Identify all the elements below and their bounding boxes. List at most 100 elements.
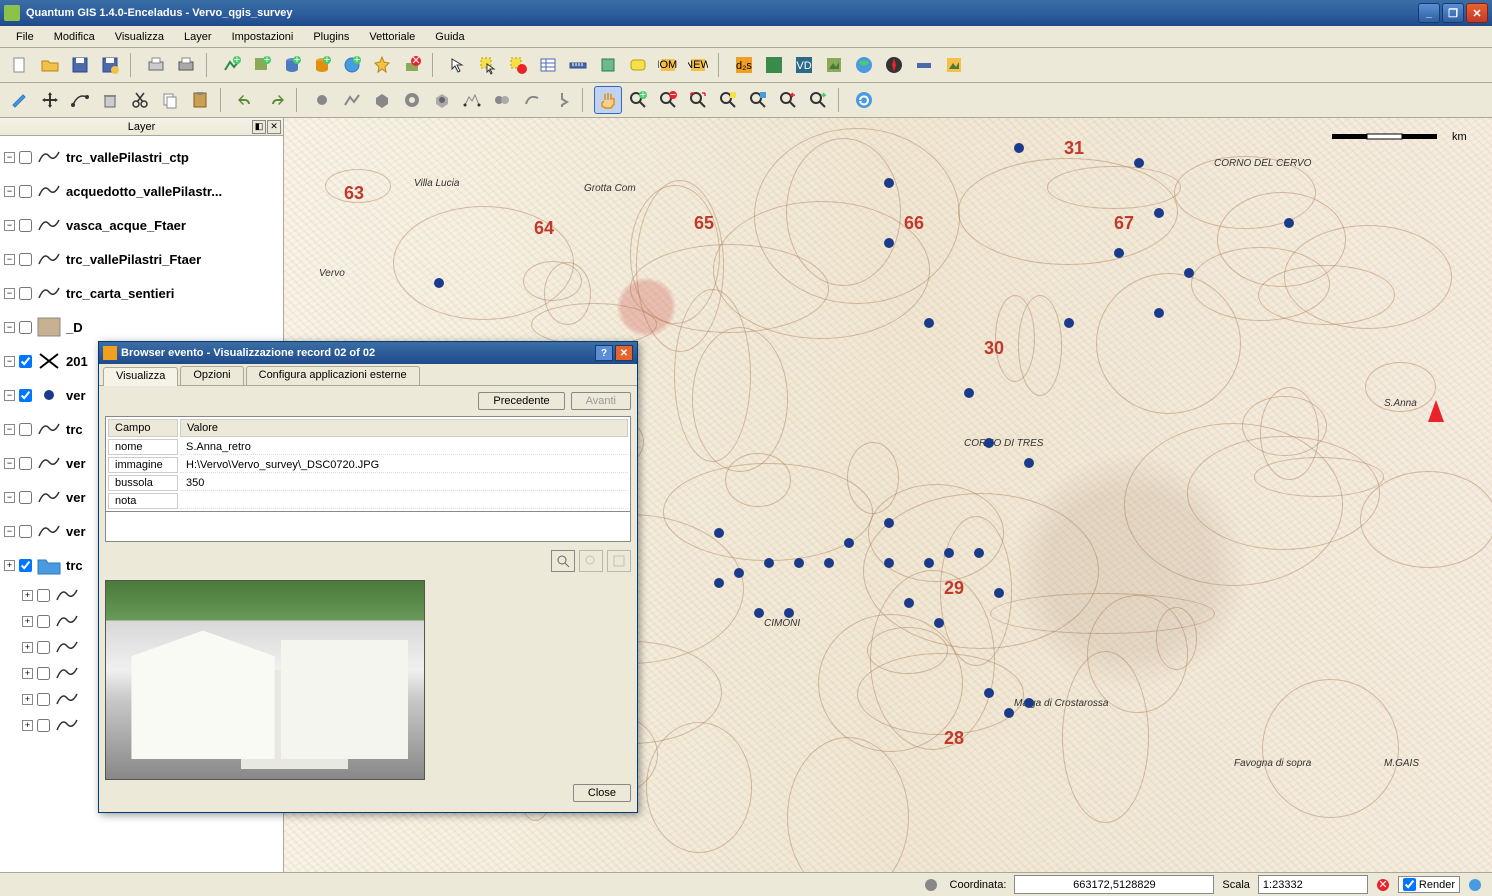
split-button[interactable] — [488, 86, 516, 114]
capture-point-button[interactable] — [308, 86, 336, 114]
survey-point[interactable] — [974, 548, 984, 558]
tree-toggle[interactable]: + — [22, 642, 33, 653]
survey-point[interactable] — [924, 558, 934, 568]
survey-point[interactable] — [754, 608, 764, 618]
zoom-full-button[interactable] — [684, 86, 712, 114]
capture-line-button[interactable] — [338, 86, 366, 114]
cut-button[interactable] — [126, 86, 154, 114]
menu-impostazioni[interactable]: Impostazioni — [222, 29, 304, 45]
simplify-button[interactable] — [458, 86, 486, 114]
undo-button[interactable] — [232, 86, 260, 114]
tree-toggle[interactable]: − — [4, 390, 15, 401]
layer-item[interactable]: −vasca_acque_Ftaer — [2, 208, 281, 242]
survey-point[interactable] — [714, 528, 724, 538]
pan-button[interactable] — [594, 86, 622, 114]
redo-button[interactable] — [262, 86, 290, 114]
survey-point[interactable] — [764, 558, 774, 568]
toggle-extents-button[interactable] — [920, 875, 942, 895]
menu-guida[interactable]: Guida — [425, 29, 474, 45]
capture-polygon-button[interactable] — [368, 86, 396, 114]
dialog-help-button[interactable]: ? — [595, 345, 613, 361]
survey-point[interactable] — [434, 278, 444, 288]
copy-button[interactable] — [156, 86, 184, 114]
layer-checkbox[interactable] — [19, 559, 32, 572]
survey-point[interactable] — [1154, 208, 1164, 218]
attribute-table-button[interactable] — [534, 51, 562, 79]
survey-point[interactable] — [1004, 708, 1014, 718]
tree-toggle[interactable]: − — [4, 220, 15, 231]
survey-point[interactable] — [1064, 318, 1074, 328]
layer-checkbox[interactable] — [19, 389, 32, 402]
new-vector-layer-button[interactable] — [368, 51, 396, 79]
plugin-button-4[interactable] — [910, 51, 938, 79]
menu-plugins[interactable]: Plugins — [303, 29, 359, 45]
print-button[interactable] — [172, 51, 200, 79]
tree-toggle[interactable]: − — [4, 356, 15, 367]
survey-point[interactable] — [884, 558, 894, 568]
survey-point[interactable] — [1154, 308, 1164, 318]
dialog-close-action-button[interactable]: Close — [573, 784, 631, 802]
survey-point[interactable] — [964, 388, 974, 398]
survey-point[interactable] — [1114, 248, 1124, 258]
menu-visualizza[interactable]: Visualizza — [105, 29, 174, 45]
layers-close-button[interactable]: ✕ — [267, 120, 281, 134]
layer-checkbox[interactable] — [19, 491, 32, 504]
paste-button[interactable] — [186, 86, 214, 114]
node-tool-button[interactable] — [66, 86, 94, 114]
survey-point[interactable] — [734, 568, 744, 578]
move-feature-button[interactable] — [36, 86, 64, 114]
survey-point[interactable] — [884, 518, 894, 528]
tree-toggle[interactable]: + — [4, 560, 15, 571]
layers-detach-button[interactable]: ◧ — [252, 120, 266, 134]
survey-point[interactable] — [944, 548, 954, 558]
edit-pencil-button[interactable] — [6, 86, 34, 114]
survey-point[interactable] — [934, 618, 944, 628]
menu-file[interactable]: File — [6, 29, 44, 45]
tree-toggle[interactable]: + — [22, 616, 33, 627]
deselect-button[interactable] — [504, 51, 532, 79]
zoom-selection-button[interactable] — [714, 86, 742, 114]
survey-point[interactable] — [1284, 218, 1294, 228]
render-checkbox[interactable] — [1403, 878, 1416, 891]
add-raster-layer-button[interactable]: + — [248, 51, 276, 79]
survey-point[interactable] — [714, 578, 724, 588]
menu-vettoriale[interactable]: Vettoriale — [359, 29, 425, 45]
refresh-button[interactable] — [850, 86, 878, 114]
tree-toggle[interactable]: + — [22, 720, 33, 731]
bookmark-button[interactable]: NEW — [684, 51, 712, 79]
tree-toggle[interactable]: − — [4, 424, 15, 435]
tree-toggle[interactable]: − — [4, 322, 15, 333]
delete-feature-button[interactable] — [96, 86, 124, 114]
layer-checkbox[interactable] — [19, 457, 32, 470]
layer-checkbox[interactable] — [19, 185, 32, 198]
tab-visualizza[interactable]: Visualizza — [103, 367, 178, 386]
layer-checkbox[interactable] — [37, 667, 50, 680]
zoom-in-button[interactable]: + — [624, 86, 652, 114]
layer-checkbox[interactable] — [37, 615, 50, 628]
zoom-out-button[interactable]: − — [654, 86, 682, 114]
layer-checkbox[interactable] — [19, 423, 32, 436]
survey-point[interactable] — [984, 438, 994, 448]
survey-point[interactable] — [784, 608, 794, 618]
scale-field[interactable]: 1:23332 — [1258, 875, 1368, 894]
plugin-globe-button[interactable] — [850, 51, 878, 79]
zoom-next-button[interactable] — [804, 86, 832, 114]
save-as-button[interactable] — [96, 51, 124, 79]
save-project-button[interactable] — [66, 51, 94, 79]
remove-layer-button[interactable]: ✕ — [398, 51, 426, 79]
survey-point[interactable] — [884, 238, 894, 248]
tree-toggle[interactable]: − — [4, 254, 15, 265]
add-postgis-layer-button[interactable]: + — [278, 51, 306, 79]
layer-checkbox[interactable] — [19, 151, 32, 164]
add-wms-layer-button[interactable]: + — [338, 51, 366, 79]
coord-field[interactable]: 663172,5128829 — [1014, 875, 1214, 894]
survey-point[interactable] — [984, 688, 994, 698]
add-island-button[interactable] — [428, 86, 456, 114]
next-record-button[interactable]: Avanti — [571, 392, 631, 410]
add-vector-layer-button[interactable]: + — [218, 51, 246, 79]
survey-point[interactable] — [1184, 268, 1194, 278]
merge-button[interactable] — [518, 86, 546, 114]
add-spatialite-layer-button[interactable]: + — [308, 51, 336, 79]
layer-checkbox[interactable] — [37, 719, 50, 732]
tree-toggle[interactable]: − — [4, 458, 15, 469]
